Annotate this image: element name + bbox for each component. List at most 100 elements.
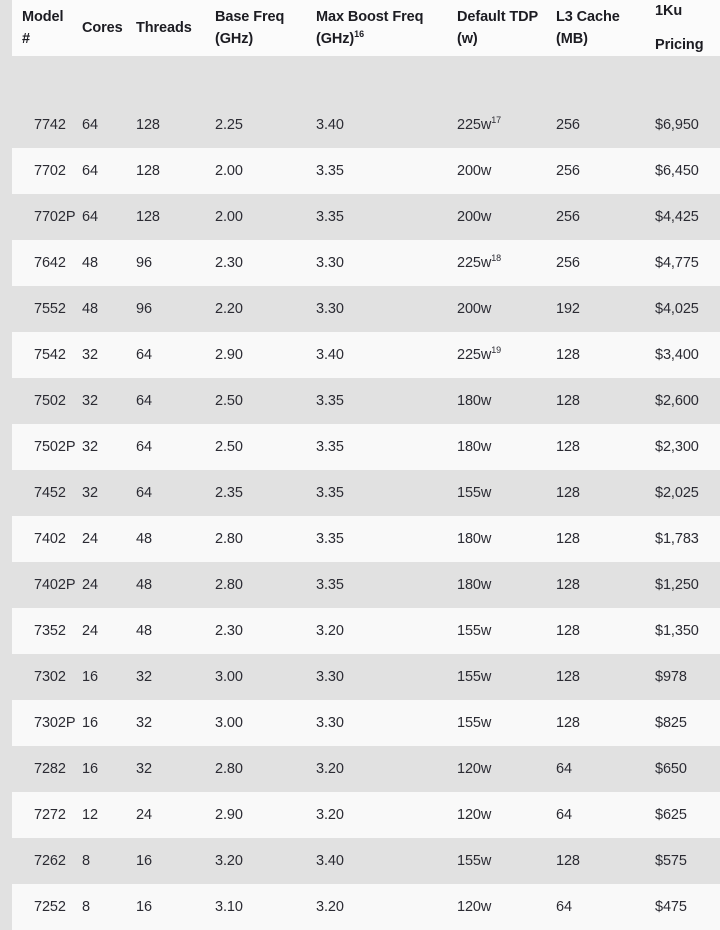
cell-boost: 3.30 [295,286,441,332]
cell-threads: 32 [124,654,195,700]
table-row: 7402 24 48 2.80 3.35 180w 128 $1,783 [0,516,720,562]
cell-boost: 3.20 [295,746,441,792]
cell-model: 7702P [0,194,76,240]
cell-l3: 128 [542,838,639,884]
cell-l3: 64 [542,792,639,838]
cell-base: 2.30 [195,608,295,654]
cell-tdp: 225w19 [441,332,542,378]
cell-boost: 3.40 [295,102,441,148]
column-header-model-line1: Model [22,8,64,25]
cell-threads: 128 [124,194,195,240]
cell-base: 3.20 [195,838,295,884]
cell-threads: 128 [124,148,195,194]
cell-model: 7502P [0,424,76,470]
cell-base: 2.35 [195,470,295,516]
table-row: 7452 32 64 2.35 3.35 155w 128 $2,025 [0,470,720,516]
cell-tdp: 120w [441,884,542,930]
cell-base: 3.10 [195,884,295,930]
cell-threads: 64 [124,332,195,378]
cell-model: 7502 [0,378,70,424]
cell-l3: 128 [542,654,639,700]
table-row: 7302 16 32 3.00 3.30 155w 128 $978 [0,654,720,700]
cell-cores: 32 [70,424,124,470]
table-row: 7542 32 64 2.90 3.40 225w19 128 $3,400 [0,332,720,378]
cell-boost: 3.35 [295,424,441,470]
table-row: 7742 64 128 2.25 3.40 225w17 256 $6,950 [0,102,720,148]
cell-base: 2.80 [195,746,295,792]
cell-l3: 128 [542,332,639,378]
cell-model: 7272 [0,792,70,838]
cell-l3: 128 [542,424,639,470]
table-row: 7502 32 64 2.50 3.35 180w 128 $2,600 [0,378,720,424]
cell-price: $4,425 [639,194,720,240]
cell-l3: 256 [542,194,639,240]
cell-threads: 64 [124,470,195,516]
cell-base: 2.80 [195,516,295,562]
cell-price: $4,775 [639,240,720,286]
cell-model: 7252 [0,884,70,930]
cell-model: 7402 [0,516,70,562]
cell-boost: 3.30 [295,240,441,286]
cell-cores: 16 [70,654,124,700]
cell-price: $650 [639,746,720,792]
column-header-model-line2: # [22,31,30,47]
cell-model: 7352 [0,608,70,654]
table-row: 7302P 16 32 3.00 3.30 155w 128 $825 [0,700,720,746]
cell-l3: 128 [542,562,639,608]
cell-base: 2.90 [195,792,295,838]
cell-price: $1,350 [639,608,720,654]
column-header-max-boost-freq: Max Boost Freq (GHz)16 [295,0,441,56]
cell-base: 2.00 [195,148,295,194]
cell-threads: 48 [124,516,195,562]
cell-tdp: 200w [441,286,542,332]
cell-threads: 48 [124,608,195,654]
cell-base: 2.20 [195,286,295,332]
cell-tdp: 120w [441,746,542,792]
cell-model: 7542 [0,332,70,378]
column-header-threads: Threads [124,0,195,56]
cell-model: 7702 [0,148,70,194]
footnote-marker: 18 [491,253,502,264]
cell-cores: 32 [70,378,124,424]
cell-threads: 128 [124,102,195,148]
cell-boost: 3.20 [295,792,441,838]
cell-l3: 192 [542,286,639,332]
cell-price: $475 [639,884,720,930]
cell-tdp: 155w [441,700,542,746]
cell-tdp: 180w [441,378,542,424]
cell-boost: 3.20 [295,608,441,654]
cell-threads: 64 [124,424,195,470]
footnote-marker: 17 [491,115,502,126]
cell-price: $575 [639,838,720,884]
cell-threads: 96 [124,240,195,286]
cell-boost: 3.40 [295,838,441,884]
cell-cores: 64 [70,102,124,148]
column-header-cores: Cores [70,0,124,56]
cell-model: 7302 [0,654,70,700]
cell-l3: 128 [542,700,639,746]
cell-cores: 48 [70,286,124,332]
cell-cores: 24 [70,562,124,608]
table-body: 7742 64 128 2.25 3.40 225w17 256 $6,950 7702 64 12… [0,56,720,930]
table-row: 7252 8 16 3.10 3.20 120w 64 $475 [0,884,720,930]
footnote-marker: 19 [491,345,502,356]
cell-tdp: 120w [441,792,542,838]
cell-base: 2.90 [195,332,295,378]
cell-price: $6,450 [639,148,720,194]
cell-boost: 3.35 [295,470,441,516]
table-row: 7502P 32 64 2.50 3.35 180w 128 $2,300 [0,424,720,470]
cell-base: 2.80 [195,562,295,608]
cell-price: $825 [639,700,720,746]
cell-cores: 16 [70,700,124,746]
table-row: 7282 16 32 2.80 3.20 120w 64 $650 [0,746,720,792]
cell-cores: 32 [70,332,124,378]
cell-tdp: 155w [441,838,542,884]
cell-base: 3.00 [195,700,295,746]
cell-tdp: 155w [441,470,542,516]
cell-price: $2,600 [639,378,720,424]
cell-threads: 16 [124,838,195,884]
cell-boost: 3.35 [295,194,441,240]
cell-price: $4,025 [639,286,720,332]
cell-price: $625 [639,792,720,838]
cell-boost: 3.35 [295,378,441,424]
